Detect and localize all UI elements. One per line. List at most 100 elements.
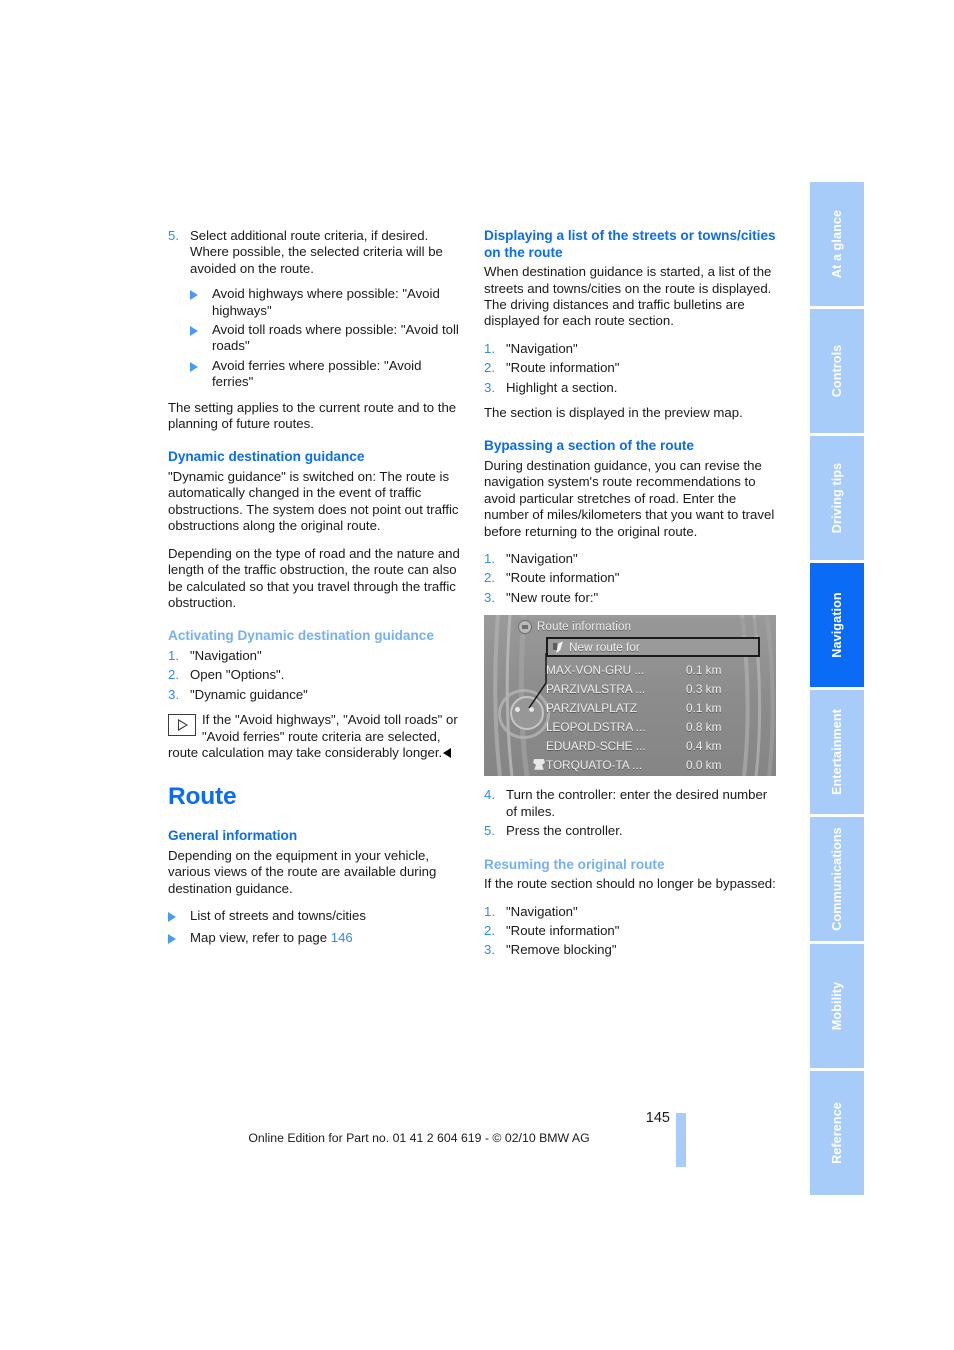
step-number: 2. (168, 667, 179, 683)
step-text: Highlight a section. (506, 379, 618, 395)
step-number: 1. (484, 903, 495, 919)
activating-steps: 1. "Navigation" 2. Open "Options". 3. "D… (168, 648, 462, 703)
page-reference-link[interactable]: 146 (331, 930, 353, 945)
list-item: 2. "Route information" (484, 360, 778, 376)
destination-flag-icon (532, 759, 546, 771)
triangle-bullet-icon (190, 286, 212, 304)
list-item[interactable]: MAX-VON-GRU ... 0.1 km (546, 660, 760, 679)
street-distance: 0.1 km (686, 700, 722, 715)
street-distance: 0.3 km (686, 681, 722, 696)
triangle-bullet-icon (168, 908, 190, 926)
tab-label: At a glance (830, 209, 844, 279)
step-number: 3. (484, 589, 495, 605)
heading-displaying-list: Displaying a list of the streets or town… (484, 228, 776, 260)
tab-label: Mobility (830, 981, 844, 1031)
step-number: 4. (484, 787, 495, 803)
list-item: 4. Turn the controller: enter the desire… (484, 787, 778, 820)
list-item: 2. "Route information" (484, 570, 778, 586)
note-end-marker-icon (443, 747, 452, 758)
tab-label: Communications (830, 827, 844, 931)
left-column: 5. Select additional route criteria, if … (168, 228, 462, 957)
tab-communications[interactable]: Communications (810, 817, 864, 941)
street-name: MAX-VON-GRU ... (546, 662, 645, 677)
list-item[interactable]: PARZIVALPLATZ 0.1 km (546, 698, 760, 717)
step-number: 2. (484, 922, 495, 938)
row-icon-placeholder (532, 721, 546, 733)
row-icon-placeholder (532, 702, 546, 714)
street-distance: 0.4 km (686, 738, 722, 753)
bullet-text: List of streets and towns/cities (190, 908, 366, 924)
bypassing-steps-before-figure: 1. "Navigation" 2. "Route information" 3… (484, 551, 778, 606)
general-information-paragraph: Depending on the equipment in your vehic… (168, 847, 437, 896)
compass-icon (518, 619, 532, 634)
list-item: List of streets and towns/cities (168, 908, 462, 926)
tab-navigation[interactable]: Navigation (810, 563, 864, 687)
footer-accent-bar (676, 1113, 686, 1167)
heading-general-information: General information (168, 828, 298, 844)
note-block: If the "Avoid highways", "Avoid toll roa… (168, 712, 462, 761)
triangle-bullet-icon (168, 930, 190, 948)
triangle-bullet-icon (190, 358, 212, 376)
list-item: 2. Open "Options". (168, 667, 462, 683)
list-item[interactable]: LEOPOLDSTRA ... 0.8 km (546, 717, 760, 736)
step-number: 1. (484, 551, 495, 567)
navigation-screenshot: Route information New route for MAX-VON-… (484, 615, 776, 777)
list-item: 2. "Route information" (484, 923, 778, 939)
list-item: 3. "Remove blocking" (484, 942, 778, 958)
note-text: If the "Avoid highways", "Avoid toll roa… (168, 712, 458, 760)
tab-entertainment[interactable]: Entertainment (810, 690, 864, 814)
step-5-block: 5. Select additional route criteria, if … (168, 228, 462, 277)
list-item: 1. "Navigation" (484, 551, 778, 567)
note-triangle-icon (168, 714, 196, 737)
street-name: PARZIVALSTRA ... (546, 681, 646, 696)
list-item[interactable]: EDUARD-SCHE ... 0.4 km (546, 736, 760, 755)
displaying-list-steps: 1. "Navigation" 2. "Route information" 3… (484, 341, 778, 396)
list-item[interactable]: PARZIVALSTRA ... 0.3 km (546, 679, 760, 698)
tab-label: Driving tips (830, 462, 844, 534)
step-number: 3. (484, 379, 495, 395)
tab-mobility[interactable]: Mobility (810, 944, 864, 1068)
row-icon-placeholder (532, 683, 546, 695)
section-index-tabs: At a glance Controls Driving tips Naviga… (810, 182, 864, 1198)
page-number: 145 (645, 1110, 670, 1126)
resuming-steps: 1. "Navigation" 2. "Route information" 3… (484, 904, 778, 959)
tab-controls[interactable]: Controls (810, 309, 864, 433)
tab-reference[interactable]: Reference (810, 1071, 864, 1195)
step-text: Open "Options". (190, 667, 285, 683)
step-text: "Navigation" (506, 340, 578, 356)
dynamic-paragraph-2: Depending on the type of road and the na… (168, 545, 460, 610)
displaying-list-paragraph: When destination guidance is started, a … (484, 264, 772, 329)
dynamic-paragraph-1: "Dynamic guidance" is switched on: The r… (168, 469, 459, 534)
step-text: "Navigation" (506, 551, 578, 567)
bypassing-paragraph: During destination guidance, you can rev… (484, 458, 775, 539)
bullet-text: Avoid highways where possible: "Avoid hi… (212, 286, 440, 318)
step-text: Turn the controller: enter the desired n… (506, 787, 768, 819)
list-item: 1. "Navigation" (484, 341, 778, 357)
list-item: 1. "Navigation" (168, 648, 462, 664)
list-item: Avoid highways where possible: "Avoid hi… (190, 286, 462, 319)
heading-bypassing-section: Bypassing a section of the route (484, 438, 694, 454)
heading-dynamic-destination-guidance: Dynamic destination guidance (168, 449, 365, 465)
step-text: "Route information" (506, 922, 620, 938)
step-number: 5. (168, 228, 179, 243)
displaying-list-closing: The section is displayed in the preview … (484, 405, 743, 421)
street-distance: 0.1 km (686, 662, 722, 677)
step-text: "Dynamic guidance" (190, 686, 308, 702)
list-item: 3. "New route for:" (484, 590, 778, 606)
list-item: 1. "Navigation" (484, 904, 778, 920)
tab-at-a-glance[interactable]: At a glance (810, 182, 864, 306)
street-name: TORQUATO-TA ... (546, 757, 643, 772)
list-item: 3. Highlight a section. (484, 380, 778, 396)
tab-driving-tips[interactable]: Driving tips (810, 436, 864, 560)
nav-highlighted-row[interactable]: New route for (546, 637, 760, 658)
step-text: "Remove blocking" (506, 942, 617, 958)
footer-edition-note: Online Edition for Part no. 01 41 2 604 … (248, 1131, 590, 1145)
street-distance: 0.8 km (686, 719, 722, 734)
resuming-paragraph: If the route section should no longer be… (484, 876, 776, 892)
street-name: EDUARD-SCHE ... (546, 738, 646, 753)
list-item[interactable]: TORQUATO-TA ... 0.0 km (546, 755, 760, 774)
bullet-text: Map view, refer to page 146 (190, 929, 353, 945)
nav-title-bar: Route information (514, 618, 760, 636)
nav-highlighted-label: New route for (569, 640, 640, 655)
heading-resuming-original-route: Resuming the original route (484, 856, 665, 872)
